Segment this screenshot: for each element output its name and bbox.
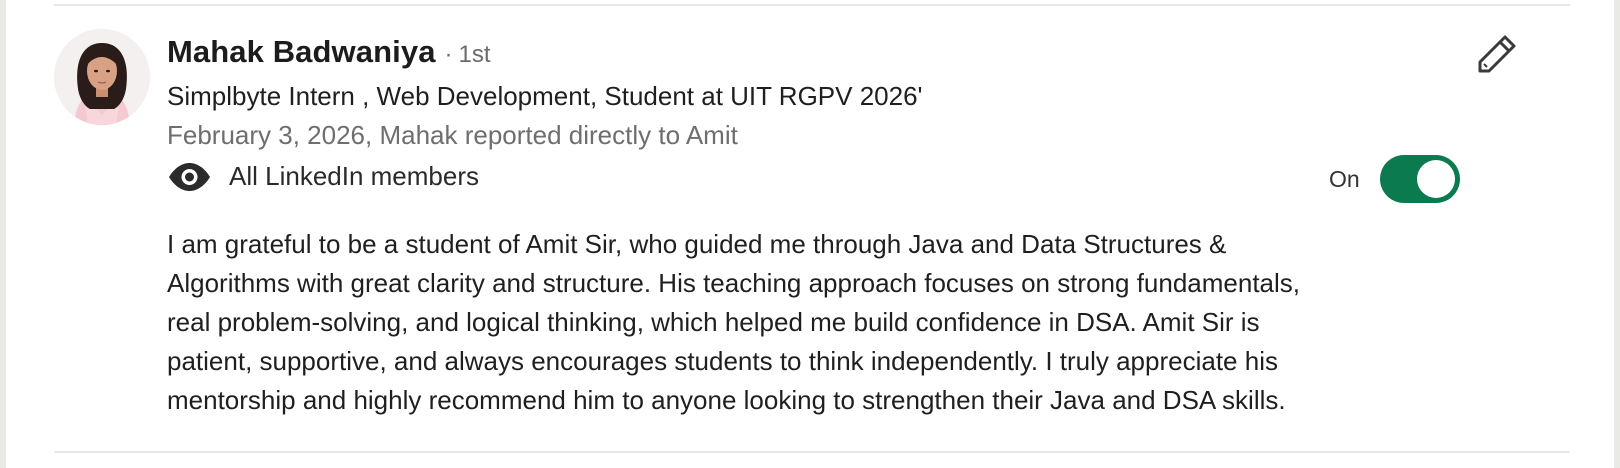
toggle-knob (1416, 160, 1455, 198)
recommendation-text-line: I am grateful to be a student of Amit Si… (167, 229, 1227, 259)
recommender-headline: Simplbyte Intern , Web Development, Stud… (167, 81, 923, 111)
visibility-setting: All LinkedIn members (167, 161, 479, 192)
recommendation-text-line: mentorship and highly recommend him to a… (167, 385, 1286, 415)
recommendation-text-line: Algorithms with great clarity and struct… (167, 268, 1301, 298)
recommendation-text: I am grateful to be a student of Amit Si… (167, 225, 1437, 420)
profile-photo (54, 29, 150, 125)
visibility-label: All LinkedIn members (229, 161, 479, 191)
pencil-icon (1478, 35, 1516, 73)
recommendation-text-line: patient, supportive, and always encourag… (167, 346, 1278, 376)
recommendation-card: Mahak Badwaniya · 1st Simplbyte Intern ,… (0, 0, 1620, 468)
connection-degree: 1st (458, 41, 491, 68)
top-divider (54, 4, 1570, 6)
toggle-state-label: On (1329, 165, 1360, 192)
eye-icon (169, 162, 210, 191)
visibility-toggle[interactable] (1379, 155, 1460, 203)
bottom-divider (54, 451, 1570, 453)
visibility-toggle-group: On (1329, 155, 1460, 203)
recommendation-meta: February 3, 2026, Mahak reported directl… (167, 120, 738, 150)
recommender-name[interactable]: Mahak Badwaniya (167, 34, 436, 70)
edit-button[interactable] (1473, 31, 1521, 77)
name-row: Mahak Badwaniya · 1st (167, 34, 491, 70)
degree-separator: · (444, 41, 453, 68)
avatar[interactable] (54, 29, 150, 125)
recommendation-text-line: real problem-solving, and logical thinki… (167, 307, 1260, 337)
